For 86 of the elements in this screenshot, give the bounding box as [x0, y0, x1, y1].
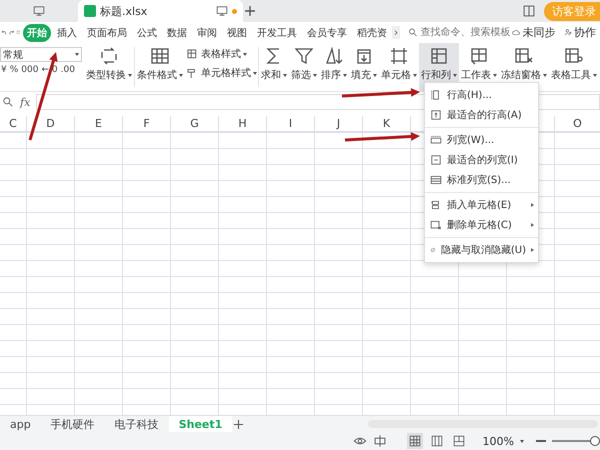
menu-tab[interactable]: 数据 [162, 24, 191, 42]
column-header[interactable]: G [171, 116, 219, 131]
input-method-icon [372, 434, 387, 448]
zoom-slider-thumb[interactable] [590, 436, 600, 446]
spreadsheet-icon [84, 5, 96, 17]
column-header[interactable]: I [267, 116, 315, 131]
page-break-icon [452, 435, 465, 447]
sync-status[interactable]: 未同步 [522, 25, 556, 40]
caret-icon [373, 74, 377, 76]
column-width-icon [430, 134, 442, 146]
search-field[interactable]: 查找命令、搜索模板 [408, 27, 512, 38]
ribbon-button[interactable]: 条件格式 [135, 43, 185, 91]
format-button[interactable]: .00 [60, 65, 75, 75]
column-header[interactable]: F [123, 116, 171, 131]
column-header[interactable]: H [219, 116, 267, 131]
menu-tab[interactable]: 开发工具 [252, 24, 301, 42]
column-header[interactable]: D [27, 116, 75, 131]
ribbon-button[interactable]: 筛选 [289, 43, 319, 91]
menu-tab[interactable]: 审阅 [192, 24, 221, 42]
zoom-level[interactable]: 100% [482, 434, 514, 448]
menu-tab[interactable]: 会员专享 [302, 24, 351, 42]
menu-item[interactable]: 删除单元格(C) [425, 215, 538, 235]
format-button[interactable]: 000 [21, 65, 38, 75]
column-header[interactable]: C [0, 116, 27, 131]
caret-icon [283, 74, 287, 76]
rows-columns-icon [429, 46, 449, 66]
menu-item[interactable]: 最适合的行高(A) [425, 105, 538, 125]
menu-tab[interactable]: 插入 [52, 24, 81, 42]
filter-icon [294, 46, 314, 66]
menu-tab[interactable]: 稻壳资 [352, 24, 391, 42]
caret-icon [493, 74, 497, 76]
monitor-icon [33, 5, 45, 17]
format-button[interactable]: % [10, 65, 18, 75]
function-label[interactable]: fx [20, 96, 30, 108]
format-button[interactable]: ¥ [1, 65, 7, 75]
table-style-icon [186, 48, 199, 60]
page-view-icon [430, 435, 443, 447]
menu-tab[interactable]: 公式 [132, 24, 161, 42]
caret-icon [453, 74, 457, 76]
menu-item[interactable]: 列宽(W)... [425, 130, 538, 150]
ribbon-button[interactable]: 表格工具 [549, 43, 599, 91]
monitor-icon [216, 5, 228, 17]
row-height-icon [430, 89, 442, 101]
sheet-tab[interactable]: 手机硬件 [40, 416, 105, 432]
view-button[interactable] [406, 433, 423, 449]
search-icon [408, 27, 418, 38]
caret-icon [543, 74, 547, 76]
normal-view-icon [408, 435, 421, 447]
style-button[interactable]: 表格样式 [186, 47, 257, 61]
plus-icon [243, 4, 257, 18]
menu-item[interactable]: 最适合的列宽(I) [425, 150, 538, 170]
menu-tab[interactable]: 视图 [222, 24, 251, 42]
unsaved-dot-icon [232, 8, 237, 14]
convert-icon [99, 46, 119, 66]
menu-item[interactable]: 标准列宽(S)... [425, 170, 538, 190]
zoom-icon [2, 96, 14, 108]
caret-icon [593, 74, 597, 76]
caret-icon [313, 74, 317, 76]
ribbon-button[interactable]: 填充 [349, 43, 379, 91]
menu-item[interactable]: 隐藏与取消隐藏(U) [425, 240, 538, 260]
menu-tab[interactable]: 页面布局 [82, 24, 131, 42]
table-grid-icon [150, 46, 170, 66]
sheet-tab[interactable]: app [0, 416, 41, 432]
caret-icon [179, 74, 183, 76]
column-header[interactable]: J [315, 116, 363, 131]
column-header[interactable]: E [75, 116, 123, 131]
sheet-tab[interactable]: 电子科技 [104, 416, 169, 432]
collab-button[interactable]: 协作 [574, 25, 596, 40]
ribbon-button[interactable]: 求和 [259, 43, 289, 91]
fit-column-icon [430, 154, 442, 166]
document-tab[interactable]: 标题.xlsx [78, 0, 243, 22]
add-sheet-icon [232, 418, 246, 430]
caret-icon [343, 74, 347, 76]
column-header[interactable]: K [363, 116, 411, 131]
worksheet-icon [469, 46, 489, 66]
cell-icon [389, 46, 409, 66]
panel-icon [522, 4, 536, 18]
standard-width-icon [430, 174, 442, 186]
ribbon-button[interactable]: 排序 [319, 43, 349, 91]
fit-row-icon [430, 109, 442, 121]
delete-cells-icon [430, 219, 442, 231]
more-button[interactable]: › [392, 26, 400, 39]
sort-icon [324, 46, 344, 66]
column-header[interactable]: O [555, 116, 600, 131]
menu-item[interactable]: 插入单元格(E) [425, 195, 538, 215]
insert-cells-icon [430, 199, 442, 211]
